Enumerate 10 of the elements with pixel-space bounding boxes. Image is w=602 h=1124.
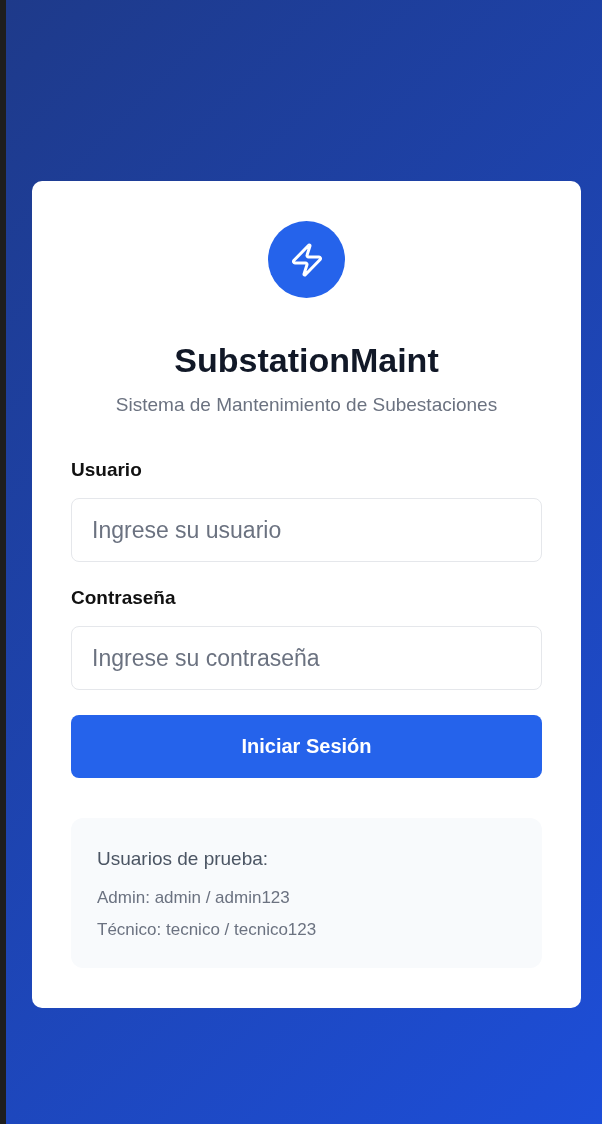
field-label: Contraseña <box>71 586 176 610</box>
app-title: SubstationMaint <box>174 340 439 381</box>
app-subtitle: Sistema de Mantenimiento de Subestaciones <box>115 393 498 417</box>
input-field[interactable]: Ingrese su usuario <box>71 498 542 562</box>
field-label: Usuario <box>71 458 142 482</box>
login-button[interactable]: Iniciar Sesión <box>71 715 542 778</box>
credential-text: Admin: admin / admin123 <box>97 887 290 909</box>
info-title: Usuarios de prueba: <box>97 847 269 871</box>
credential-text: Técnico: tecnico / tecnico123 <box>97 919 317 941</box>
input-field[interactable]: Ingrese su contraseña <box>71 626 542 690</box>
